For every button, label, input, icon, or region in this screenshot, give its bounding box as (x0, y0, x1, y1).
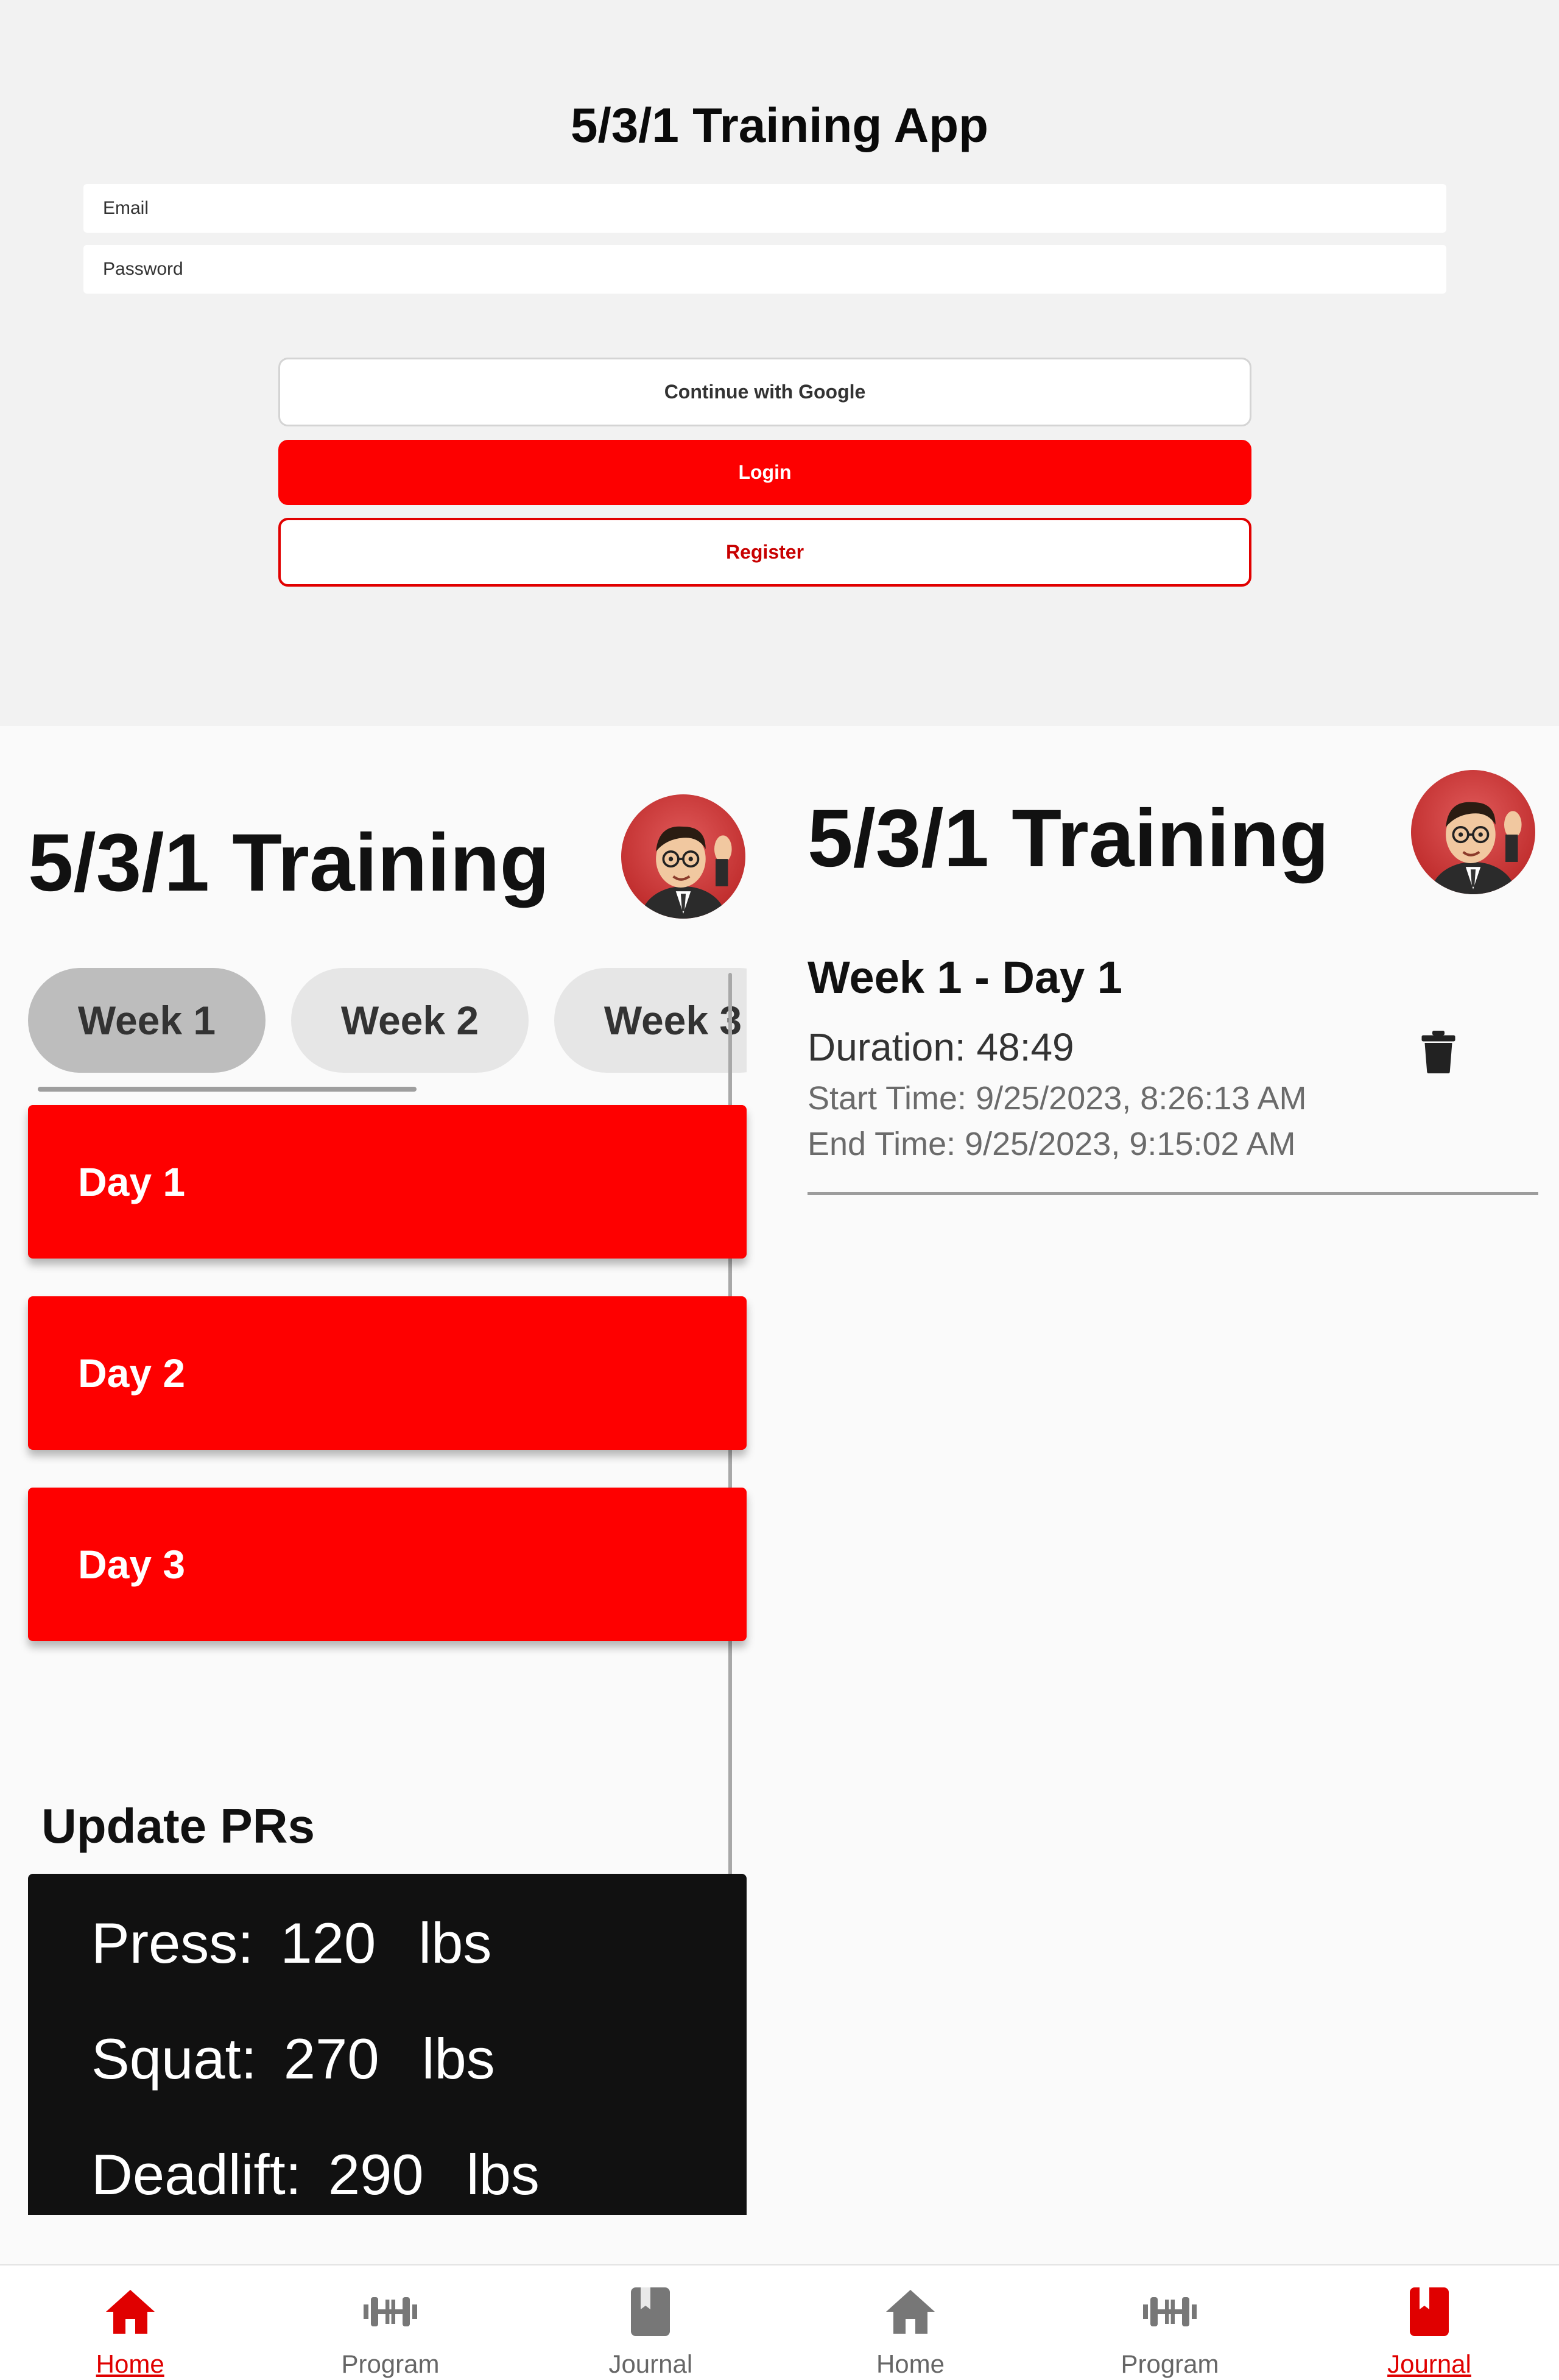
tab-week-3[interactable]: Week 3 (554, 968, 747, 1073)
entry-divider (808, 1192, 1538, 1195)
squat-value-input[interactable]: 270 (284, 2026, 379, 2092)
memoji-avatar-icon (1431, 802, 1522, 894)
pr-label: Deadlift: (91, 2142, 301, 2206)
continue-with-google-button[interactable]: Continue with Google (278, 358, 1251, 426)
nav-home-label: Home (876, 2350, 945, 2378)
home-icon (100, 2283, 161, 2341)
nav-home-label: Home (96, 2350, 164, 2378)
update-prs-heading: Update PRs (41, 1799, 315, 1853)
deadlift-value-input[interactable]: 290 (328, 2142, 424, 2208)
tab-week-1[interactable]: Week 1 (28, 968, 266, 1073)
day-2-card[interactable]: Day 2 (28, 1296, 747, 1450)
nav-journal[interactable]: Journal (521, 2265, 781, 2380)
app-title: 5/3/1 Training (28, 817, 550, 908)
login-screen: 5/3/1 Training App Email Password Contin… (0, 0, 1559, 726)
bottom-nav-left: Home Program Journal (0, 2264, 781, 2380)
week-tabs: Week 1 Week 2 Week 3 (28, 968, 747, 1073)
nav-journal-label: Journal (608, 2350, 693, 2378)
login-title: 5/3/1 Training App (570, 98, 989, 152)
journal-screen: 5/3/1 Training Week 1 - Day 1 Duration: … (781, 726, 1559, 2380)
bottom-nav-right: Home Program Journal (781, 2264, 1559, 2380)
delete-entry-button[interactable] (1420, 1031, 1457, 1073)
pr-unit: lbs (466, 2142, 540, 2206)
journal-entry-title[interactable]: Week 1 - Day 1 (808, 952, 1122, 1003)
pr-row-deadlift: Deadlift: 290 lbs (91, 2142, 540, 2208)
nav-program[interactable]: Program (1040, 2265, 1300, 2380)
trash-icon (1421, 1031, 1455, 1073)
email-field[interactable]: Email (83, 184, 1446, 233)
journal-entry-duration: Duration: 48:49 (808, 1025, 1074, 1069)
pr-label: Squat: (91, 2027, 257, 2091)
profile-avatar[interactable] (1411, 770, 1535, 894)
pr-label: Press: (91, 1911, 254, 1975)
program-screen: 5/3/1 Training Week 1 Week 2 Week 3 Day … (0, 726, 781, 2380)
register-button[interactable]: Register (278, 518, 1251, 587)
nav-journal[interactable]: Journal (1300, 2265, 1559, 2380)
pr-row-squat: Squat: 270 lbs (91, 2026, 495, 2092)
pr-list: Press: 120 lbs Squat: 270 lbs Deadlift: … (28, 1874, 747, 2215)
pr-unit: lbs (418, 1911, 492, 1975)
journal-icon (620, 2283, 681, 2341)
nav-home[interactable]: Home (0, 2265, 260, 2380)
memoji-avatar-icon (641, 826, 732, 919)
journal-icon (1399, 2283, 1460, 2341)
profile-avatar[interactable] (621, 794, 745, 919)
week-tabs-scrollbar[interactable] (38, 1087, 417, 1092)
login-button[interactable]: Login (278, 440, 1251, 505)
nav-program-label: Program (341, 2350, 440, 2378)
dumbbell-icon (1139, 2283, 1200, 2341)
tab-week-2[interactable]: Week 2 (291, 968, 529, 1073)
nav-program[interactable]: Program (260, 2265, 520, 2380)
pr-row-press: Press: 120 lbs (91, 1910, 491, 1976)
day-3-card[interactable]: Day 3 (28, 1488, 747, 1641)
dumbbell-icon (360, 2283, 421, 2341)
nav-journal-label: Journal (1387, 2350, 1471, 2378)
home-icon (880, 2283, 941, 2341)
password-field[interactable]: Password (83, 245, 1446, 294)
nav-program-label: Program (1121, 2350, 1219, 2378)
day-1-card[interactable]: Day 1 (28, 1105, 747, 1259)
press-value-input[interactable]: 120 (280, 1910, 376, 1976)
journal-entry-start-time: Start Time: 9/25/2023, 8:26:13 AM (808, 1080, 1307, 1117)
app-title: 5/3/1 Training (808, 793, 1329, 884)
nav-home[interactable]: Home (781, 2265, 1040, 2380)
pr-unit: lbs (421, 2027, 495, 2091)
journal-entry-end-time: End Time: 9/25/2023, 9:15:02 AM (808, 1126, 1296, 1162)
